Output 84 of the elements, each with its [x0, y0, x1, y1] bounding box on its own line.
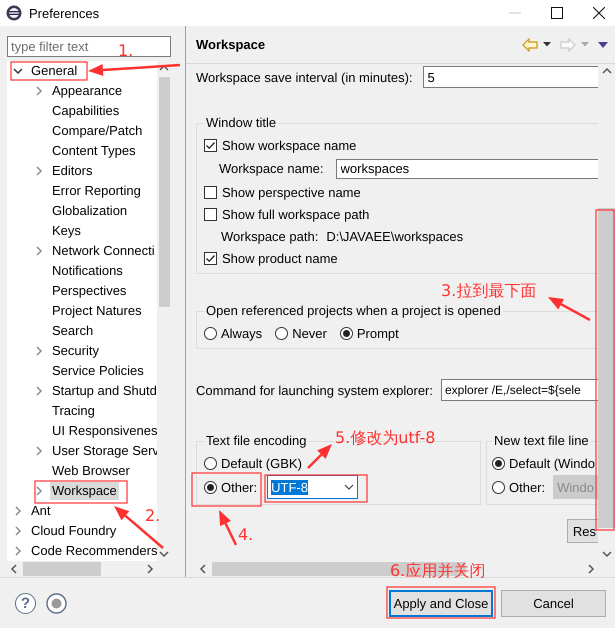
tree-item[interactable]: Error Reporting	[50, 182, 143, 200]
tree-item[interactable]: Web Browser	[50, 462, 132, 480]
radio-label: Default (Windo	[509, 456, 595, 470]
radio-button[interactable]	[492, 456, 505, 470]
radio-label: Default (GBK)	[221, 456, 302, 470]
checkbox-label: Show perspective name	[222, 184, 361, 200]
tree-item[interactable]: Perspectives	[50, 282, 128, 300]
checkbox[interactable]	[204, 138, 217, 152]
checkbox[interactable]	[204, 252, 217, 264]
tree-item[interactable]: Tracing	[50, 402, 97, 420]
field-label: Workspace path:	[221, 228, 318, 244]
view-menu-icon[interactable]	[598, 42, 608, 48]
tree-item[interactable]: Search	[50, 322, 96, 340]
tree-item[interactable]: Appearance	[50, 82, 124, 100]
group-title: Window title	[205, 115, 278, 131]
field-label: Workspace save interval (in minutes):	[196, 70, 413, 84]
step-label: 4.	[238, 525, 254, 544]
tree-item[interactable]: Content Types	[50, 142, 138, 160]
tree-item[interactable]: Workspace	[50, 482, 119, 500]
scrollbar-thumb[interactable]	[158, 77, 170, 307]
radio-label: Always	[221, 326, 262, 340]
field-label: Workspace name:	[219, 161, 324, 176]
checkbox-label: Show full workspace path	[222, 206, 370, 222]
tree-item[interactable]: Project Natures	[50, 302, 144, 320]
encoding-dropdown[interactable]: UTF-8	[267, 475, 358, 499]
tree-item[interactable]: Security	[50, 342, 101, 360]
radio-button[interactable]	[204, 480, 217, 494]
radio-button[interactable]	[275, 326, 288, 340]
tree-item[interactable]: Code Recommenders	[29, 542, 160, 560]
tree-item[interactable]: Compare/Patch	[50, 122, 144, 140]
page-title: Workspace	[196, 37, 266, 52]
input-field[interactable]: explorer /E,/select=${sele	[441, 379, 598, 401]
tree-item[interactable]: UI Responsivenes	[50, 422, 160, 440]
restore-button[interactable]: Res	[566, 519, 598, 543]
arrow	[219, 510, 238, 546]
apply-and-close-button[interactable]: Apply and Close	[389, 590, 493, 616]
checkbox-label: Show workspace name	[222, 138, 356, 152]
step-label: 3.拉到最下面	[441, 281, 536, 300]
close-icon[interactable]	[593, 7, 605, 19]
radio-button[interactable]	[204, 326, 217, 340]
scrollbar-thumb[interactable]	[23, 562, 101, 576]
step-label: 5.修改为utf-8	[335, 428, 436, 447]
radio-label: Other:	[221, 480, 258, 494]
path-value: D:\JAVAEE\workspaces	[326, 228, 464, 244]
chevron-down-icon[interactable]	[344, 484, 354, 490]
step-label: 6.应用并关闭	[390, 561, 486, 580]
field-label: Command for launching system explorer:	[196, 382, 433, 398]
radio-label: Prompt	[356, 326, 399, 340]
maximize-icon[interactable]	[551, 7, 563, 19]
tree-item[interactable]: Globalization	[50, 202, 130, 220]
tree-item[interactable]: Network Connecti	[50, 242, 157, 260]
tree-item[interactable]: Cloud Foundry	[29, 522, 118, 540]
input-field[interactable]: 5	[422, 66, 598, 88]
group-title: Text file encoding	[205, 433, 308, 449]
help-button[interactable]: ?	[15, 592, 36, 614]
input-field[interactable]: workspaces	[336, 158, 598, 178]
radio-label: Never	[292, 326, 327, 340]
radio-button[interactable]	[492, 480, 505, 494]
arrow	[307, 444, 332, 469]
radio-button[interactable]	[204, 456, 217, 470]
radio-label: Other:	[509, 480, 546, 494]
tree-item[interactable]: Startup and Shutd	[50, 382, 159, 400]
tree-item[interactable]: Capabilities	[50, 102, 122, 120]
window-title: Preferences	[29, 6, 100, 20]
checkbox[interactable]	[204, 186, 217, 198]
tree-item[interactable]: Editors	[50, 162, 94, 180]
circle-dot-icon[interactable]	[46, 592, 67, 614]
group-title: Open referenced projects when a project is opened	[205, 303, 502, 319]
checkbox[interactable]	[204, 208, 217, 220]
step-label: 1.	[118, 41, 134, 60]
cancel-button[interactable]: Cancel	[501, 590, 606, 616]
step-label: 2.	[145, 506, 160, 525]
tree-item[interactable]: Ant	[29, 502, 53, 520]
tree-item[interactable]: Notifications	[50, 262, 125, 280]
group-title: New text file line	[493, 433, 590, 449]
arrow	[548, 297, 591, 322]
dropdown-caret-icon[interactable]	[543, 42, 551, 47]
tree-item[interactable]: General	[29, 62, 80, 80]
radio-button[interactable]	[340, 326, 353, 340]
tree-item[interactable]: Service Policies	[50, 362, 146, 380]
app-icon	[6, 5, 22, 21]
highlight-frame	[191, 472, 262, 507]
checkbox-label: Show product name	[222, 250, 338, 266]
tree-item[interactable]: Keys	[50, 222, 83, 240]
